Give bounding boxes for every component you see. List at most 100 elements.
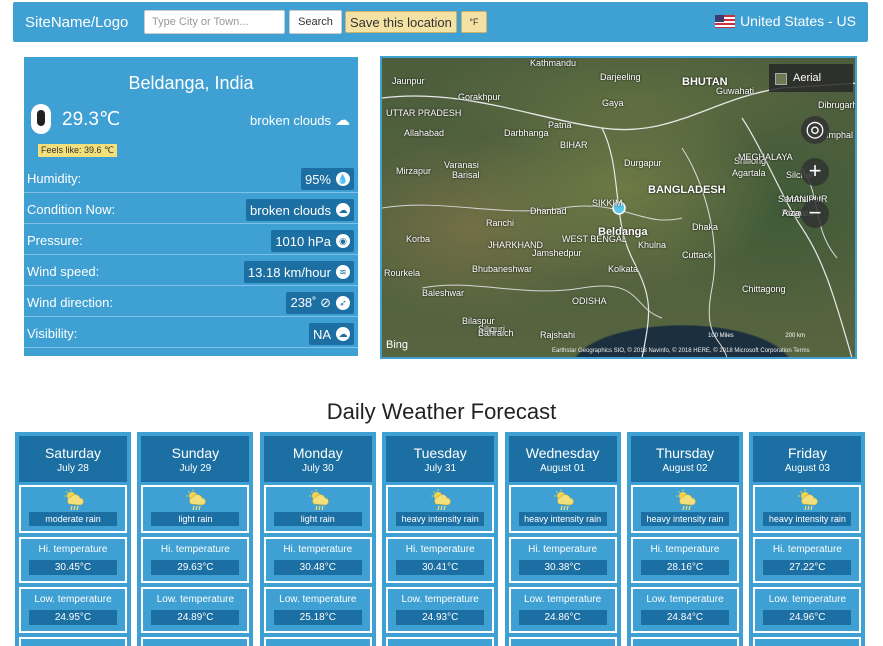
forecast-day: Tuesday — [413, 445, 467, 461]
scale-km: 200 km — [785, 333, 806, 339]
low-temp-label: Low. temperature — [34, 594, 112, 605]
current-description: broken clouds ☁ — [250, 111, 350, 129]
high-temp-value: 27.22°C — [763, 560, 852, 575]
map-label: Guwahati — [716, 86, 755, 96]
forecast-date: July 29 — [179, 463, 212, 474]
row-value-badge: 13.18 km/hour ≋ — [243, 261, 354, 283]
forecast-day-card: Monday July 30 light rain Hi. temperature 30… — [259, 432, 376, 646]
thermometer-icon — [31, 104, 51, 134]
forecast-high-box: Hi. temperature 30.45°C — [19, 537, 127, 583]
forecast-header: Friday August 03 — [753, 436, 862, 482]
map-label: Allahabad — [404, 128, 445, 138]
high-temp-label: Hi. temperature — [772, 544, 842, 555]
zoom-out-button[interactable]: − — [801, 200, 829, 228]
forecast-low-box: Low. temperature 24.95°C — [19, 587, 127, 633]
fahrenheit-toggle-button[interactable]: °F — [460, 11, 487, 33]
forecast-date: August 02 — [662, 463, 708, 474]
forecast-high-box: Hi. temperature 29.63°C — [141, 537, 250, 583]
pressure-gauge-icon: ◉ — [336, 234, 350, 248]
high-temp-label: Hi. temperature — [528, 544, 598, 555]
map-label: Barisal — [452, 170, 480, 180]
sun-rain-cloud-icon — [554, 489, 574, 511]
forecast-condition: light rain — [273, 512, 362, 526]
map-label: Gorakhpur — [458, 92, 501, 102]
forecast-header: Monday July 30 — [263, 436, 372, 482]
low-temp-value: 24.95°C — [29, 610, 117, 625]
save-location-button[interactable]: Save this location — [345, 11, 457, 33]
forecast-low-box: Low. temperature 24.86°C — [508, 587, 617, 633]
forecast-day-card: Wednesday August 01 heavy intensity rain Hi… — [504, 432, 621, 646]
map-label: ODISHA — [572, 296, 607, 306]
map-label: Korba — [406, 234, 431, 244]
high-temp-label: Hi. temperature — [405, 544, 475, 555]
site-logo[interactable]: SiteName/Logo — [25, 14, 140, 31]
forecast-more-box — [19, 637, 127, 646]
map-attribution[interactable]: Earthstar Geographics SIO, © 2018 Navinf… — [552, 348, 810, 354]
forecast-low-box: Low. temperature 24.84°C — [631, 587, 739, 633]
sun-rain-cloud-icon — [431, 489, 451, 511]
humidity-icon: 💧 — [336, 172, 350, 186]
forecast-day: Thursday — [655, 445, 715, 461]
forecast-header: Wednesday August 01 — [508, 436, 617, 482]
current-row-2: Condition Now: broken clouds ☁ — [24, 193, 358, 224]
forecast-condition: heavy intensity rain — [763, 512, 852, 526]
city-search-input[interactable] — [144, 10, 285, 34]
row-value-badge: 1010 hPa ◉ — [271, 230, 354, 252]
forecast-more-box — [631, 637, 739, 646]
wind-icon: ≋ — [336, 265, 350, 279]
locate-me-icon[interactable]: ◎ — [801, 116, 829, 144]
aerial-view-button[interactable]: Aerial — [769, 64, 853, 92]
current-row-4: Wind speed: 13.18 km/hour ≋ — [24, 255, 358, 286]
forecast-condition: moderate rain — [29, 512, 117, 526]
forecast-more-box — [386, 637, 495, 646]
row-value-badge: broken clouds ☁ — [246, 199, 354, 221]
forecast-condition-box: heavy intensity rain — [631, 485, 739, 533]
forecast-date: July 30 — [301, 463, 334, 474]
row-value-badge: 95% 💧 — [300, 168, 354, 190]
search-button[interactable]: Search — [289, 10, 342, 34]
low-temp-label: Low. temperature — [279, 594, 357, 605]
map-label: MEGHALAYA — [738, 152, 793, 162]
map-label: Agartala — [732, 168, 766, 178]
forecast-day: Monday — [292, 445, 343, 461]
row-label: Visibility: — [27, 326, 78, 341]
map-label: Kolkata — [608, 264, 639, 274]
map-label: Khulna — [638, 240, 667, 250]
row-value-badge: 238˚ ⊘ ➶ — [286, 292, 354, 314]
low-temp-label: Low. temperature — [523, 594, 602, 605]
map-label: Ranchi — [486, 218, 515, 228]
weather-map[interactable]: BHUTAN BANGLADESH Beldanga Kathmandu Gorakhp… — [380, 56, 857, 359]
low-temp-value: 24.89°C — [151, 610, 240, 625]
forecast-low-box: Low. temperature 24.89°C — [141, 587, 250, 633]
current-row-1: Humidity: 95% 💧 — [24, 162, 358, 193]
map-label: SIKKIM — [592, 198, 623, 208]
low-temp-value: 24.93°C — [396, 610, 485, 625]
row-value: 95% — [304, 171, 331, 187]
forecast-header: Sunday July 29 — [141, 436, 250, 482]
zoom-in-button[interactable]: + — [801, 158, 829, 186]
sun-rain-cloud-icon — [676, 489, 696, 511]
scale-miles: 100 Miles — [708, 333, 734, 339]
map-label: BANGLADESH — [648, 184, 726, 196]
forecast-high-box: Hi. temperature 30.41°C — [386, 537, 495, 583]
forecast-more-box — [753, 637, 862, 646]
current-row-5: Wind direction: 238˚ ⊘ ➶ — [24, 286, 358, 317]
high-temp-label: Hi. temperature — [283, 544, 353, 555]
forecast-condition-box: moderate rain — [19, 485, 127, 533]
country-label: United States - US — [740, 13, 856, 29]
forecast-condition: heavy intensity rain — [396, 512, 485, 526]
forecast-header: Saturday July 28 — [19, 436, 127, 482]
low-temp-value: 24.96°C — [763, 610, 852, 625]
forecast-more-box — [263, 637, 372, 646]
forecast-condition: heavy intensity rain — [641, 512, 729, 526]
forecast-high-box: Hi. temperature 30.48°C — [263, 537, 372, 583]
forecast-condition: heavy intensity rain — [518, 512, 607, 526]
bing-logo: Bing — [386, 339, 409, 351]
forecast-high-box: Hi. temperature 28.16°C — [631, 537, 739, 583]
temperature-row: 29.3℃ — [31, 104, 120, 134]
forecast-day-card: Tuesday July 31 heavy intensity rain Hi. te… — [382, 432, 499, 646]
map-scale: 100 Miles 200 km — [708, 333, 805, 339]
row-value: broken clouds — [250, 202, 331, 218]
country-selector[interactable]: United States - US — [715, 13, 856, 29]
map-label: BIHAR — [560, 140, 588, 150]
